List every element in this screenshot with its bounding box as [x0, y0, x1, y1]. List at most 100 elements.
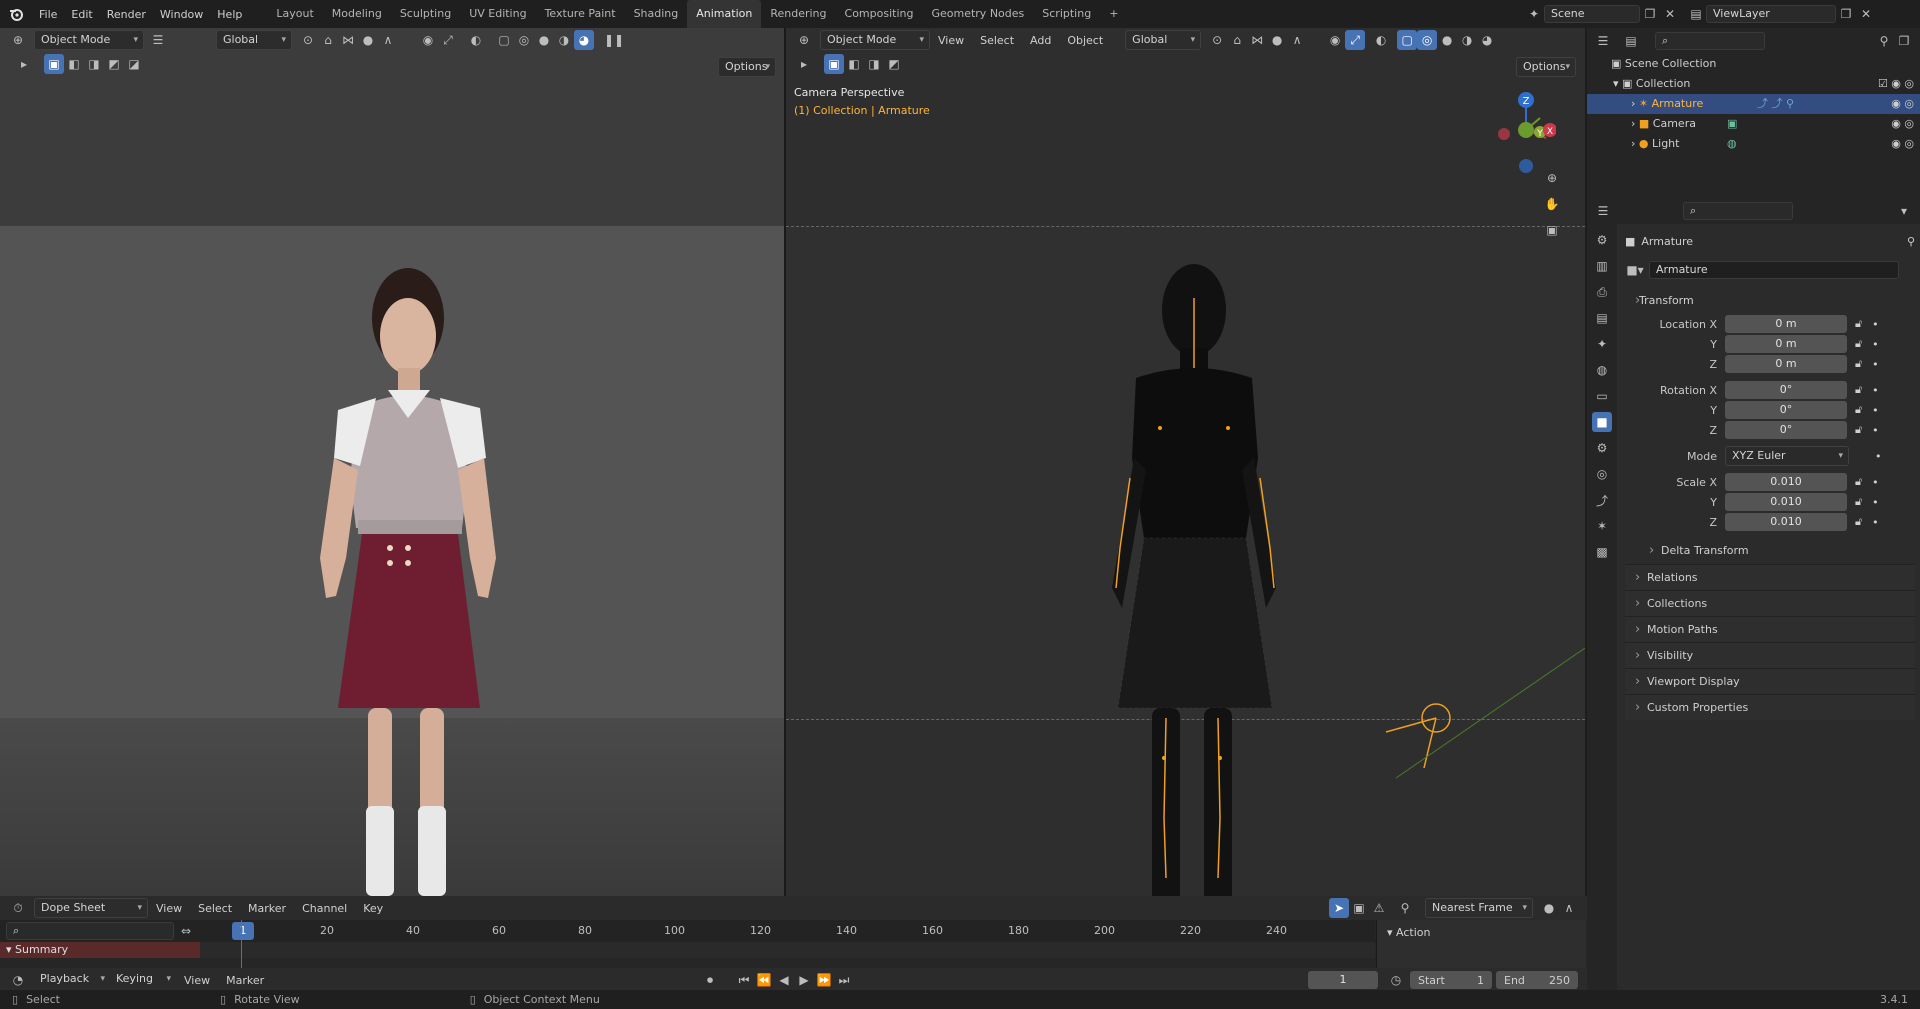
end-frame-field[interactable]: End 250: [1496, 971, 1578, 989]
rotation-z-field[interactable]: 0°: [1725, 421, 1847, 439]
lock-icon[interactable]: 🔓︎: [1855, 317, 1862, 331]
visibility-icon-right[interactable]: ◉: [1325, 30, 1345, 50]
only-selected-icon[interactable]: ➤: [1329, 898, 1349, 918]
overlay-icon-right[interactable]: ◐: [1371, 30, 1391, 50]
xray-icon-right[interactable]: ▢: [1397, 30, 1418, 50]
add-workspace-button[interactable]: +: [1100, 0, 1127, 28]
ds-menu-marker[interactable]: Marker: [240, 902, 294, 915]
lock-icon[interactable]: 🔓︎: [1855, 357, 1862, 371]
lock-icon[interactable]: 🔓︎: [1855, 337, 1862, 351]
expand-light-icon[interactable]: ›: [1631, 137, 1639, 150]
hamburger-menu-icon[interactable]: ☰: [148, 30, 168, 50]
camera-visibility-icon[interactable]: ◉ ◎: [1891, 114, 1914, 134]
overlay-icon[interactable]: ◐: [466, 30, 486, 50]
material-shading-icon-right[interactable]: ◑: [1457, 30, 1477, 50]
outliner-item-armature[interactable]: › ✶ Armature ⤴ ⤴ ⚲ ◉ ◎: [1587, 94, 1920, 114]
visibility-icon[interactable]: ◉: [418, 30, 438, 50]
material-shading-icon[interactable]: ◑: [554, 30, 574, 50]
keyframe-dot[interactable]: •: [1872, 358, 1879, 371]
keyframe-dot[interactable]: •: [1872, 404, 1879, 417]
use-preview-range-icon[interactable]: ◷: [1386, 970, 1406, 990]
output-tab-icon[interactable]: ⎙: [1592, 282, 1612, 302]
tab-texture-paint[interactable]: Texture Paint: [536, 0, 625, 28]
select-subtract-icon-right[interactable]: ◨: [864, 54, 884, 74]
display-mode-icon[interactable]: ▤: [1621, 31, 1641, 51]
scale-x-field[interactable]: 0.010: [1725, 473, 1847, 491]
menu-window[interactable]: Window: [153, 8, 210, 21]
object-browse-icon[interactable]: ■▾: [1625, 260, 1645, 280]
snap-icon-right[interactable]: ⌂: [1227, 30, 1247, 50]
select-subtract-icon[interactable]: ◨: [84, 54, 104, 74]
jump-end-icon[interactable]: ⏭: [834, 970, 854, 990]
keyframe-dot[interactable]: •: [1872, 424, 1879, 437]
select-invert-icon[interactable]: ◩: [104, 54, 124, 74]
menu-select[interactable]: Select: [972, 34, 1022, 47]
left-3d-viewport[interactable]: ⊕ Object Mode ☰ Global ⊙ ⌂ ⋈ ● ∧ ◉ ⤢ ◐ ▢…: [0, 28, 784, 896]
menu-add[interactable]: Add: [1022, 34, 1059, 47]
delete-view-layer-icon[interactable]: ✕: [1856, 4, 1876, 24]
keyframe-dot[interactable]: •: [1872, 384, 1879, 397]
tab-geometry-nodes[interactable]: Geometry Nodes: [922, 0, 1033, 28]
timeline-menu-marker[interactable]: Marker: [218, 974, 272, 987]
proportional-edit-icon[interactable]: ●: [358, 30, 378, 50]
select-box-icon[interactable]: ▸: [14, 54, 34, 74]
lock-icon[interactable]: 🔓︎: [1855, 383, 1862, 397]
solid-shading-icon-right[interactable]: ●: [1437, 30, 1457, 50]
lock-icon[interactable]: 🔓︎: [1855, 495, 1862, 509]
menu-help[interactable]: Help: [210, 8, 249, 21]
tab-rendering[interactable]: Rendering: [761, 0, 835, 28]
left-mode-dropdown[interactable]: Object Mode: [34, 30, 144, 50]
proportional-edit-icon-right[interactable]: ●: [1267, 30, 1287, 50]
keyframe-dot[interactable]: •: [1872, 496, 1879, 509]
outliner-search-input[interactable]: ⌕: [1655, 32, 1765, 50]
relations-panel[interactable]: Relations: [1625, 564, 1915, 591]
summary-row[interactable]: ▾ Summary: [0, 942, 1375, 958]
outliner-scene-collection[interactable]: ▣ Scene Collection: [1587, 54, 1920, 74]
jump-start-icon[interactable]: ⏮: [734, 970, 754, 990]
texture-tab-icon[interactable]: ▩: [1592, 542, 1612, 562]
solid-shading-icon[interactable]: ●: [534, 30, 554, 50]
show-hidden-icon[interactable]: ▣: [1349, 898, 1369, 918]
properties-editor-icon[interactable]: ☰: [1593, 201, 1613, 221]
action-panel-header[interactable]: ▾ Action: [1377, 920, 1586, 945]
rendered-shading-icon-right[interactable]: ◕: [1477, 30, 1497, 50]
snap-icon[interactable]: ⌂: [318, 30, 338, 50]
playback-menu[interactable]: Playback: [34, 970, 110, 990]
tab-shading[interactable]: Shading: [625, 0, 688, 28]
snap-target-icon-right[interactable]: ⋈: [1247, 30, 1267, 50]
left-options-dropdown[interactable]: Options: [718, 57, 776, 77]
select-intersect-icon[interactable]: ◪: [124, 54, 144, 74]
select-box-icon-right[interactable]: ▸: [794, 54, 814, 74]
lock-icon[interactable]: 🔓︎: [1855, 403, 1862, 417]
light-visibility-icon[interactable]: ◉ ◎: [1891, 134, 1914, 154]
tab-modeling[interactable]: Modeling: [323, 0, 391, 28]
keyframe-dot[interactable]: •: [1872, 516, 1879, 529]
tool-tab-icon[interactable]: ⚙: [1592, 230, 1612, 250]
right-mode-dropdown[interactable]: Object Mode: [820, 30, 930, 50]
falloff-curve-icon[interactable]: ∧: [1559, 898, 1579, 918]
right-3d-viewport[interactable]: ⊕ Object Mode View Select Add Object Glo…: [786, 28, 1585, 896]
expand-chevron-icon[interactable]: ▾: [1613, 77, 1622, 90]
new-scene-icon[interactable]: ❐: [1640, 4, 1660, 24]
tab-sculpting[interactable]: Sculpting: [391, 0, 460, 28]
expand-camera-icon[interactable]: ›: [1631, 117, 1639, 130]
select-extend-icon[interactable]: ◧: [64, 54, 84, 74]
new-collection-icon[interactable]: ❐: [1894, 31, 1914, 51]
start-frame-field[interactable]: Start 1: [1410, 971, 1492, 989]
scene-icon[interactable]: ✦: [1524, 4, 1544, 24]
menu-view[interactable]: View: [930, 34, 972, 47]
transform-panel-header[interactable]: Transform: [1625, 288, 1915, 314]
filter-funnel-icon[interactable]: ⚲: [1395, 898, 1415, 918]
tab-animation[interactable]: Animation: [687, 0, 762, 28]
gizmo-toggle-icon-right[interactable]: ⤢: [1345, 30, 1366, 50]
editor-type-icon-right[interactable]: ⊕: [794, 30, 814, 50]
rotation-x-field[interactable]: 0°: [1725, 381, 1847, 399]
keyframe-dot[interactable]: •: [1872, 476, 1879, 489]
viewport-display-panel[interactable]: Viewport Display: [1625, 668, 1915, 695]
pause-render-icon[interactable]: ❚❚: [604, 30, 624, 50]
snap-target-icon[interactable]: ⋈: [338, 30, 358, 50]
current-frame-field[interactable]: 1: [1308, 971, 1378, 989]
ds-menu-select[interactable]: Select: [190, 902, 240, 915]
outliner-editor-icon[interactable]: ☰: [1593, 31, 1613, 51]
play-icon[interactable]: ▶: [794, 970, 814, 990]
